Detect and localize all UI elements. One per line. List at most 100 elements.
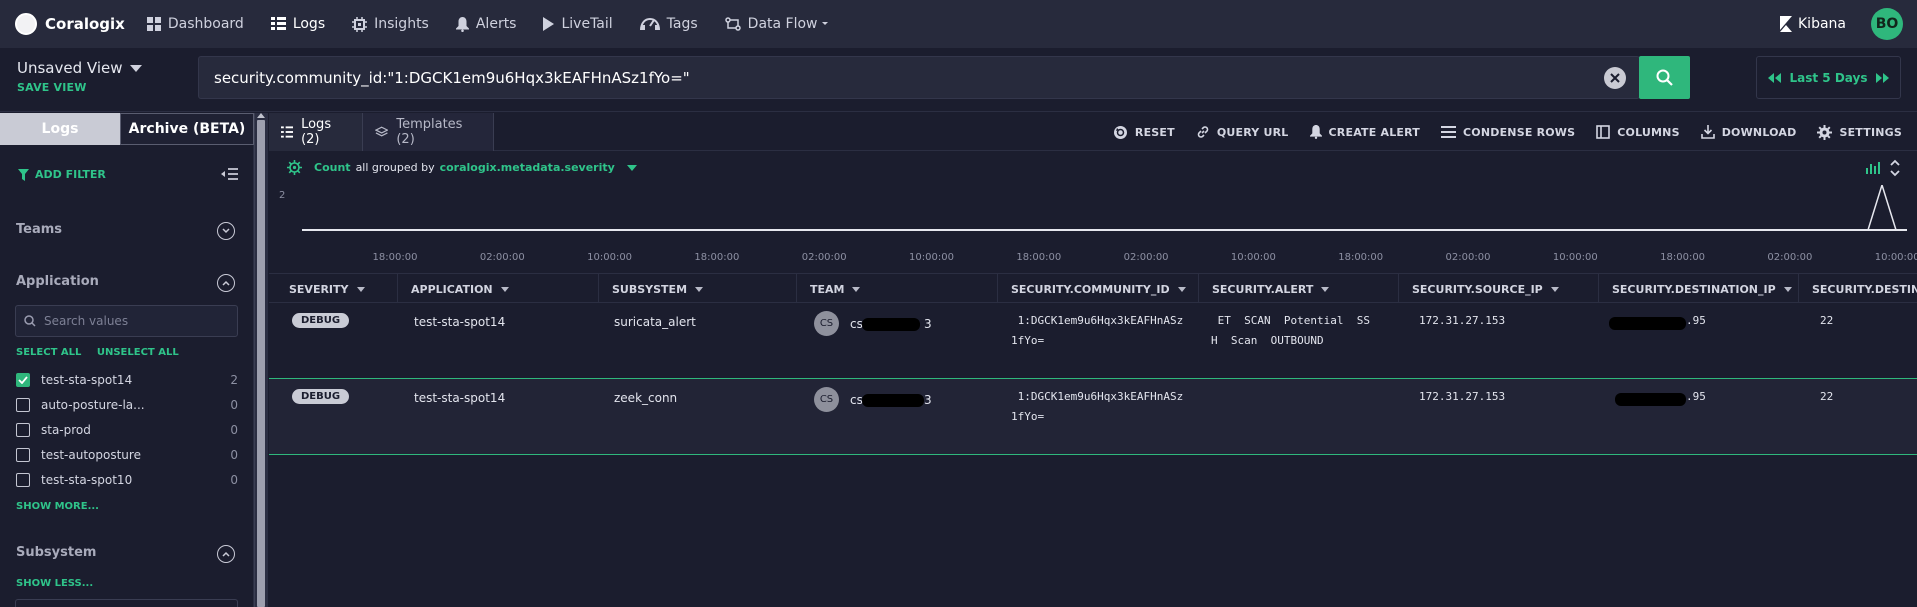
kibana-link[interactable]: Kibana [1780, 16, 1846, 32]
checkbox[interactable] [16, 423, 30, 437]
create-alert-label: CREATE ALERT [1328, 125, 1421, 139]
checkbox-checked[interactable] [16, 373, 30, 387]
bar-chart-icon[interactable] [1866, 162, 1880, 174]
table-row[interactable]: DEBUG test-sta-spot14 suricata_alert CS … [269, 303, 1917, 379]
show-less-link[interactable]: SHOW LESS... [16, 578, 93, 589]
fast-forward-icon[interactable] [1876, 72, 1890, 83]
column-header-destination-ip[interactable]: SECURITY.DESTINATION_IP [1598, 274, 1798, 304]
user-avatar[interactable]: BO [1871, 8, 1903, 40]
tab-templates-label: Templates (2) [396, 117, 463, 147]
application-search-placeholder: Search values [44, 314, 129, 328]
tab-logs-count[interactable]: Logs (2) [269, 113, 362, 151]
application-item[interactable]: test-autoposture 0 [16, 446, 238, 464]
checkbox[interactable] [16, 448, 30, 462]
settings-gear-icon[interactable] [287, 160, 302, 175]
nav-dashboard[interactable]: Dashboard [146, 16, 244, 32]
checkbox[interactable] [16, 473, 30, 487]
search-button[interactable] [1639, 56, 1690, 99]
add-filter-button[interactable]: ADD FILTER [18, 168, 106, 181]
team-avatar: CS [814, 311, 839, 336]
reset-button[interactable]: RESET [1113, 125, 1175, 140]
column-header-alert[interactable]: SECURITY.ALERT [1198, 274, 1398, 304]
nav-insights[interactable]: Insights [352, 16, 429, 32]
checkbox[interactable] [16, 398, 30, 412]
settings-button[interactable]: SETTINGS [1817, 124, 1902, 140]
nav-logs[interactable]: Logs [270, 16, 325, 32]
application-collapse-button[interactable] [217, 274, 235, 292]
unselect-all-button[interactable]: UNSELECT ALL [97, 347, 179, 358]
column-header-source-ip[interactable]: SECURITY.SOURCE_IP [1398, 274, 1598, 304]
cell-team-prefix: cs [850, 317, 863, 331]
column-header-application[interactable]: APPLICATION [397, 274, 582, 304]
column-label: APPLICATION [411, 282, 493, 296]
create-alert-button[interactable]: CREATE ALERT [1309, 125, 1421, 139]
nav-tags-label: Tags [666, 16, 698, 32]
application-item[interactable]: test-sta-spot10 0 [16, 471, 238, 489]
cell-destination-port: 22 [1820, 314, 1834, 327]
application-item[interactable]: auto-posture-la... 0 [16, 396, 238, 414]
tab-templates[interactable]: Templates (2) [362, 113, 494, 151]
column-header-subsystem[interactable]: SUBSYSTEM [598, 274, 795, 304]
nav-dataflow[interactable]: Data Flow [724, 16, 829, 32]
coralogix-logo-icon [15, 13, 37, 35]
severity-badge: DEBUG [292, 313, 350, 328]
column-label: SECURITY.ALERT [1212, 282, 1314, 296]
cell-alert: ET SCAN Potential SS H Scan OUTBOUND [1211, 314, 1370, 347]
query-input[interactable]: security.community_id:"1:DGCK1em9u6Hqx3k… [198, 56, 1640, 99]
collapse-sidebar-icon[interactable] [221, 168, 238, 184]
nav-tags[interactable]: Tags [639, 16, 698, 32]
column-label: SEVERITY [289, 282, 349, 296]
application-item[interactable]: test-sta-spot14 2 [16, 371, 238, 389]
x-tick-label: 18:00:00 [1338, 252, 1384, 263]
subsystem-collapse-button[interactable] [217, 545, 235, 563]
x-tick-label: 02:00:00 [479, 252, 525, 263]
scrollbar-thumb[interactable] [257, 120, 265, 607]
caret-down-icon[interactable] [626, 164, 637, 171]
cell-destination-ip-suffix: .95 [1686, 314, 1706, 327]
application-search-field[interactable]: Search values [15, 305, 238, 337]
query-url-button[interactable]: QUERY URL [1196, 125, 1289, 139]
columns-button[interactable]: COLUMNS [1596, 125, 1680, 139]
column-header-destination-port[interactable]: SECURITY.DESTINAT [1798, 274, 1917, 304]
download-button[interactable]: DOWNLOAD [1700, 125, 1797, 139]
application-item[interactable]: sta-prod 0 [16, 421, 238, 439]
subsystem-search-field[interactable] [15, 599, 238, 607]
logs-icon [270, 17, 286, 30]
time-range-picker[interactable]: Last 5 Days [1756, 56, 1901, 99]
count-label[interactable]: Count [314, 161, 351, 174]
cell-destination-ip-suffix: .95 [1686, 390, 1706, 403]
clear-query-button[interactable] [1604, 67, 1626, 89]
tab-archive[interactable]: Archive (BETA) [120, 113, 254, 145]
cell-destination-port: 22 [1820, 390, 1834, 403]
scroll-up-arrow-icon[interactable] [257, 113, 265, 118]
search-icon [24, 315, 36, 327]
redacted-block [862, 318, 920, 331]
nav-livetail[interactable]: LiveTail [543, 16, 613, 32]
brand[interactable]: Coralogix [15, 13, 125, 35]
group-field[interactable]: coralogix.metadata.severity [440, 161, 615, 174]
rewind-icon[interactable] [1767, 72, 1781, 83]
filter-sidebar: Logs Archive (BETA) ADD FILTER Teams App… [0, 113, 254, 607]
teams-expand-button[interactable] [217, 222, 235, 240]
expand-collapse-icon[interactable] [1890, 159, 1900, 177]
condense-rows-button[interactable]: CONDENSE ROWS [1441, 126, 1575, 139]
nav-dashboard-label: Dashboard [167, 16, 244, 32]
tab-logs[interactable]: Logs [0, 113, 120, 145]
select-all-button[interactable]: SELECT ALL [16, 347, 81, 358]
cell-subsystem: suricata_alert [614, 315, 696, 329]
application-count: 2 [230, 373, 238, 387]
column-header-team[interactable]: TEAM [796, 274, 996, 304]
query-url-label: QUERY URL [1216, 125, 1289, 139]
nav-livetail-label: LiveTail [561, 16, 613, 32]
column-header-community-id[interactable]: SECURITY.COMMUNITY_ID [997, 274, 1197, 304]
chevron-up-icon [222, 551, 230, 557]
table-row[interactable]: DEBUG test-sta-spot14 zeek_conn CS cs 3 … [269, 379, 1917, 455]
toolbar-actions: RESET QUERY URL CREATE ALERT CONDENSE RO… [1092, 113, 1902, 151]
search-icon [1656, 69, 1673, 86]
view-selector[interactable]: Unsaved View [17, 59, 143, 77]
column-label: SUBSYSTEM [612, 282, 688, 296]
nav-alerts[interactable]: Alerts [455, 16, 516, 32]
show-more-link[interactable]: SHOW MORE... [16, 501, 99, 512]
save-view-button[interactable]: SAVE VIEW [17, 81, 87, 94]
column-header-severity[interactable]: SEVERITY [276, 274, 374, 304]
